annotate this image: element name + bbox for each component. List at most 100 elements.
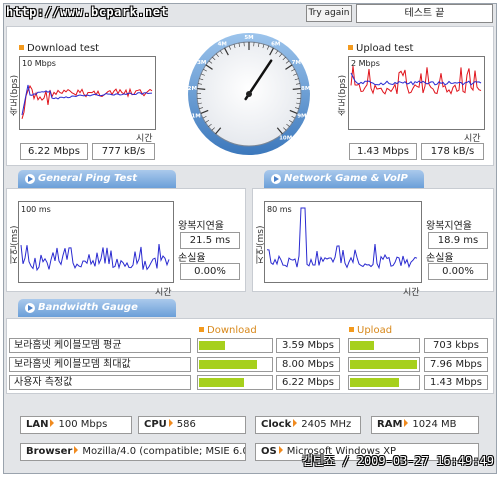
download-bar-box [197, 375, 273, 390]
bandwidth-row-label: 보라홈넷 케이블모뎀 최대값 [9, 357, 191, 372]
gauge-tick-label: 8M [301, 86, 310, 92]
upload-scale-label: 2 Mbps [351, 59, 380, 68]
ram-value: 1024 MB [412, 419, 457, 430]
upload-bar-box [348, 338, 420, 353]
ping-graph-svg [20, 244, 170, 272]
download-kbs-value: 777 kB/s [92, 143, 155, 160]
upload-bar-value: 7.96 Mbps [424, 357, 488, 372]
ping-series [20, 244, 170, 272]
gauge-tick-label: 7M [292, 60, 301, 66]
arrow-right-icon [25, 174, 35, 184]
os-key: OS [261, 446, 277, 457]
download-title-text: Download test [27, 43, 100, 54]
game-scale-label: 80 ms [267, 205, 292, 214]
upload-bar-fill [350, 341, 374, 350]
bandwidth-row-label: 보라홈넷 케이블모뎀 평균 [9, 338, 191, 353]
game-latency-value: 18.9 ms [428, 232, 488, 249]
speed-gauge: 1M 2M 3M 4M 5M 6M 7M 8M 9M 10M [188, 33, 310, 155]
arrow-right-icon [25, 303, 35, 313]
triangle-right-icon [168, 419, 173, 427]
bandwidth-upload-header: Upload [349, 325, 392, 336]
lan-value: 100 Mbps [58, 419, 108, 430]
orange-square-icon [19, 45, 24, 50]
status-display: 테스트 끝 [356, 4, 493, 23]
gauge-tick-label: 10M [279, 136, 292, 142]
game-graph: 80 ms [264, 201, 422, 283]
upload-series-red [350, 65, 482, 95]
tab-general-ping[interactable]: General Ping Test [18, 170, 176, 188]
ping-time-label: 시간 [155, 288, 172, 298]
gauge-tick-label: 4M [218, 42, 227, 48]
bandwidth-download-header: Download [199, 325, 257, 336]
cpu-info: CPU 586 [138, 416, 246, 434]
download-bar-value: 6.22 Mbps [276, 375, 340, 390]
triangle-right-icon [278, 446, 283, 454]
gauge-tick [197, 87, 206, 90]
site-url: http://www.bcpark.net [6, 5, 169, 19]
gauge-tick-label: 1M [191, 113, 200, 119]
game-graph-svg [266, 207, 418, 270]
upload-mbps-value: 1.43 Mbps [349, 143, 417, 160]
gauge-tick [292, 87, 301, 90]
ram-info: RAM 1024 MB [371, 416, 479, 434]
orange-square-icon [349, 327, 354, 332]
ping-graph: 100 ms [18, 201, 174, 283]
game-latency-label: 왕복지연율 [426, 221, 472, 232]
ping-latency-value: 21.5 ms [180, 232, 240, 249]
game-loss-value: 0.00% [428, 263, 488, 280]
download-bar-box [197, 357, 273, 372]
download-bar-value: 8.00 Mbps [276, 357, 340, 372]
gauge-tick-label: 2M [188, 86, 197, 92]
triangle-right-icon [404, 419, 409, 427]
tab-general-ping-label: General Ping Test [38, 173, 138, 184]
gauge-tick-label: 5M [244, 35, 253, 41]
game-time-label: 시간 [403, 288, 420, 298]
upload-title-text: Upload test [356, 43, 414, 54]
gauge-tick-label: 9M [297, 113, 306, 119]
clock-info: Clock 2405 MHz [255, 416, 361, 434]
ping-latency-label: 왕복지연율 [178, 221, 224, 232]
triangle-right-icon [50, 419, 55, 427]
bandwidth-download-header-text: Download [207, 325, 257, 336]
download-bar-fill [199, 341, 225, 350]
tab-bandwidth-gauge[interactable]: Bandwidth Gauge [18, 299, 176, 317]
download-bar-value: 3.59 Mbps [276, 338, 340, 353]
download-bar-fill [199, 378, 244, 387]
ping-loss-label: 손실율 [178, 253, 206, 264]
download-mbps-value: 6.22 Mbps [20, 143, 88, 160]
gauge-hub [246, 91, 252, 97]
gauge-tick-label: 3M [197, 60, 206, 66]
gauge-tick-label: 6M [271, 42, 280, 48]
download-test-title: Download test [19, 43, 99, 54]
tab-bandwidth-label: Bandwidth Gauge [38, 302, 138, 313]
arrow-right-icon [271, 174, 281, 184]
footer-timestamp: 캡틴죠 / 2009-03-27 16:49:49 [301, 454, 494, 468]
orange-square-icon [348, 45, 353, 50]
upload-bar-box [348, 375, 420, 390]
upload-bar-value: 703 kbps [424, 338, 488, 353]
tab-network-game[interactable]: Network Game & VoIP Test [264, 170, 424, 202]
cpu-key: CPU [144, 419, 167, 430]
ram-key: RAM [377, 419, 403, 430]
download-bar-fill [199, 360, 257, 369]
triangle-right-icon [74, 446, 79, 454]
ping-loss-value: 0.00% [180, 263, 240, 280]
upload-bar-box [348, 357, 420, 372]
game-series [266, 207, 418, 270]
clock-key: Clock [261, 419, 292, 430]
clock-value: 2405 MHz [301, 419, 352, 430]
upload-bar-fill [350, 378, 399, 387]
upload-test-title: Upload test [348, 43, 413, 54]
try-again-button[interactable]: Try again [306, 5, 352, 22]
download-bar-box [197, 338, 273, 353]
upload-bar-fill [350, 360, 417, 369]
browser-info: Browser Mozilla/4.0 (compatible; MSIE 6.0 [20, 443, 246, 461]
download-series-red [21, 84, 153, 119]
lan-key: LAN [26, 419, 49, 430]
triangle-right-icon [293, 419, 298, 427]
browser-key: Browser [26, 446, 73, 457]
upload-graph: 2 Mbps [348, 56, 485, 130]
download-scale-label: 10 Mbps [22, 59, 56, 68]
game-loss-label: 손실율 [426, 253, 454, 264]
browser-value: Mozilla/4.0 (compatible; MSIE 6.0 [82, 446, 246, 457]
